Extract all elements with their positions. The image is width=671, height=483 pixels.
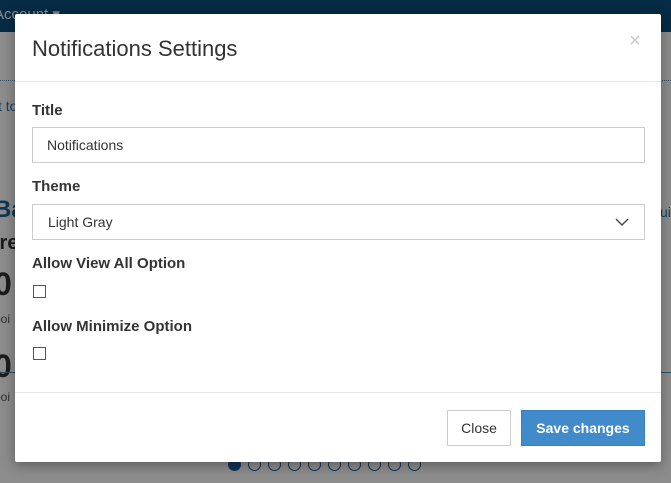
modal-title: Notifications Settings <box>32 36 238 61</box>
allow-minimize-checkbox[interactable] <box>33 347 46 360</box>
allow-view-all-checkbox[interactable] <box>33 285 46 298</box>
allow-view-all-label: Allow View All Option <box>32 255 186 272</box>
title-input[interactable] <box>32 127 645 163</box>
modal-header: Notifications Settings × <box>15 14 661 82</box>
allow-minimize-label: Allow Minimize Option <box>32 318 192 335</box>
theme-label: Theme <box>32 178 81 195</box>
notifications-settings-modal: Notifications Settings × Title Theme Lig… <box>15 14 661 462</box>
modal-footer: Close Save changes <box>15 392 661 462</box>
save-changes-button[interactable]: Save changes <box>521 410 645 446</box>
close-icon[interactable]: × <box>629 31 641 51</box>
title-label: Title <box>32 102 63 119</box>
theme-selected-value: Light Gray <box>48 214 113 230</box>
chevron-down-icon <box>615 218 629 226</box>
close-button[interactable]: Close <box>447 410 511 446</box>
theme-select[interactable]: Light Gray <box>32 204 645 240</box>
